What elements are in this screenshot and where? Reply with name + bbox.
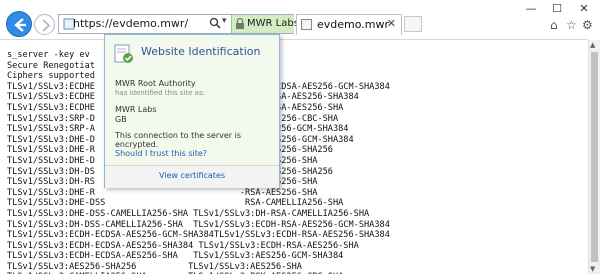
- back-arrow-icon: [14, 18, 26, 32]
- page-content: s_server -key ev Secure Renegotiat Ciphers…: [0, 40, 588, 274]
- certificate-icon: [114, 44, 133, 63]
- new-tab-button[interactable]: [404, 16, 422, 32]
- tab-title: evdemo.mwr: [317, 18, 390, 31]
- popup-title: Website Identification: [141, 45, 261, 58]
- trust-site-link[interactable]: Should I trust this site?: [115, 149, 207, 158]
- scrollbar-thumb[interactable]: [591, 52, 598, 262]
- browser-window: https://evdemo.mwr/ ▾ MWR Labs [G... evd…: [0, 0, 600, 274]
- forward-button[interactable]: [34, 14, 55, 35]
- back-button[interactable]: [6, 11, 32, 37]
- search-icon[interactable]: [209, 17, 221, 29]
- close-window-button[interactable]: ✕: [570, 0, 598, 18]
- address-bar[interactable]: https://evdemo.mwr/ ▾ MWR Labs [G...: [58, 14, 323, 34]
- minimize-button[interactable]: —: [518, 0, 544, 18]
- organization-name: MWR Labs: [115, 105, 157, 114]
- vertical-scrollbar[interactable]: ▲ ▼: [588, 40, 600, 274]
- country-code: GB: [115, 115, 127, 124]
- site-identity-button[interactable]: MWR Labs [G...: [231, 15, 323, 33]
- website-identification-popup: Website Identification MWR Root Authorit…: [104, 34, 280, 188]
- settings-gear-icon[interactable]: ⚙: [582, 18, 593, 32]
- identified-text: has identified this site as:: [115, 89, 205, 97]
- output-line: TLSv1/SSLv3:ECDH-ECDSA-AES256-GCM-SHA384…: [7, 230, 390, 241]
- scroll-up-icon[interactable]: ▲: [590, 41, 595, 49]
- tab-evdemo[interactable]: evdemo.mwr ✕: [296, 14, 402, 35]
- output-line: TLSv1/SSLv3:DHE-DSS-CAMELLIA256-SHA TLSv…: [7, 208, 370, 219]
- address-dropdown-icon[interactable]: ▾: [222, 16, 227, 26]
- output-line: TLSv1/SSLv3:DH-DSS-CAMELLIA256-SHA TLSv1…: [7, 219, 390, 230]
- maximize-button[interactable]: ☐: [544, 0, 570, 18]
- output-line: TLSv1/SSLv3:AES256-SHA256 TLSv1/SSLv3:AE…: [7, 261, 302, 272]
- tab-close-icon[interactable]: ✕: [387, 17, 396, 30]
- authority-name: MWR Root Authority: [115, 79, 196, 88]
- output-line: TLSv1/SSLv3:DHE-R -RSA-AES256-SHA: [7, 187, 318, 198]
- favorites-star-icon[interactable]: ☆: [566, 18, 577, 32]
- output-line: TLSv1/SSLv3:DHE-DSS RSA-CAMELLIA256-SHA: [7, 198, 344, 209]
- browser-toolbar: https://evdemo.mwr/ ▾ MWR Labs [G... evd…: [0, 0, 600, 40]
- output-line: TLSv1/SSLv3:ECDH-ECDSA-AES256-SHA TLSv1/…: [7, 251, 344, 262]
- output-line: TLSv1/SSLv3:ECDH-ECDSA-AES256-SHA384 TLS…: [7, 240, 359, 251]
- popup-footer: View certificates: [105, 165, 279, 188]
- url-text[interactable]: https://evdemo.mwr/: [73, 17, 188, 30]
- popup-body: Website Identification MWR Root Authorit…: [105, 35, 279, 165]
- scroll-down-icon[interactable]: ▼: [590, 265, 595, 273]
- page-favicon-icon: [301, 19, 312, 30]
- encryption-status: This connection to the server is encrypt…: [115, 131, 242, 149]
- forward-arrow-icon: [42, 19, 51, 32]
- view-certificates-link[interactable]: View certificates: [105, 171, 279, 180]
- lock-icon: [236, 18, 244, 29]
- home-icon[interactable]: ⌂: [550, 18, 558, 32]
